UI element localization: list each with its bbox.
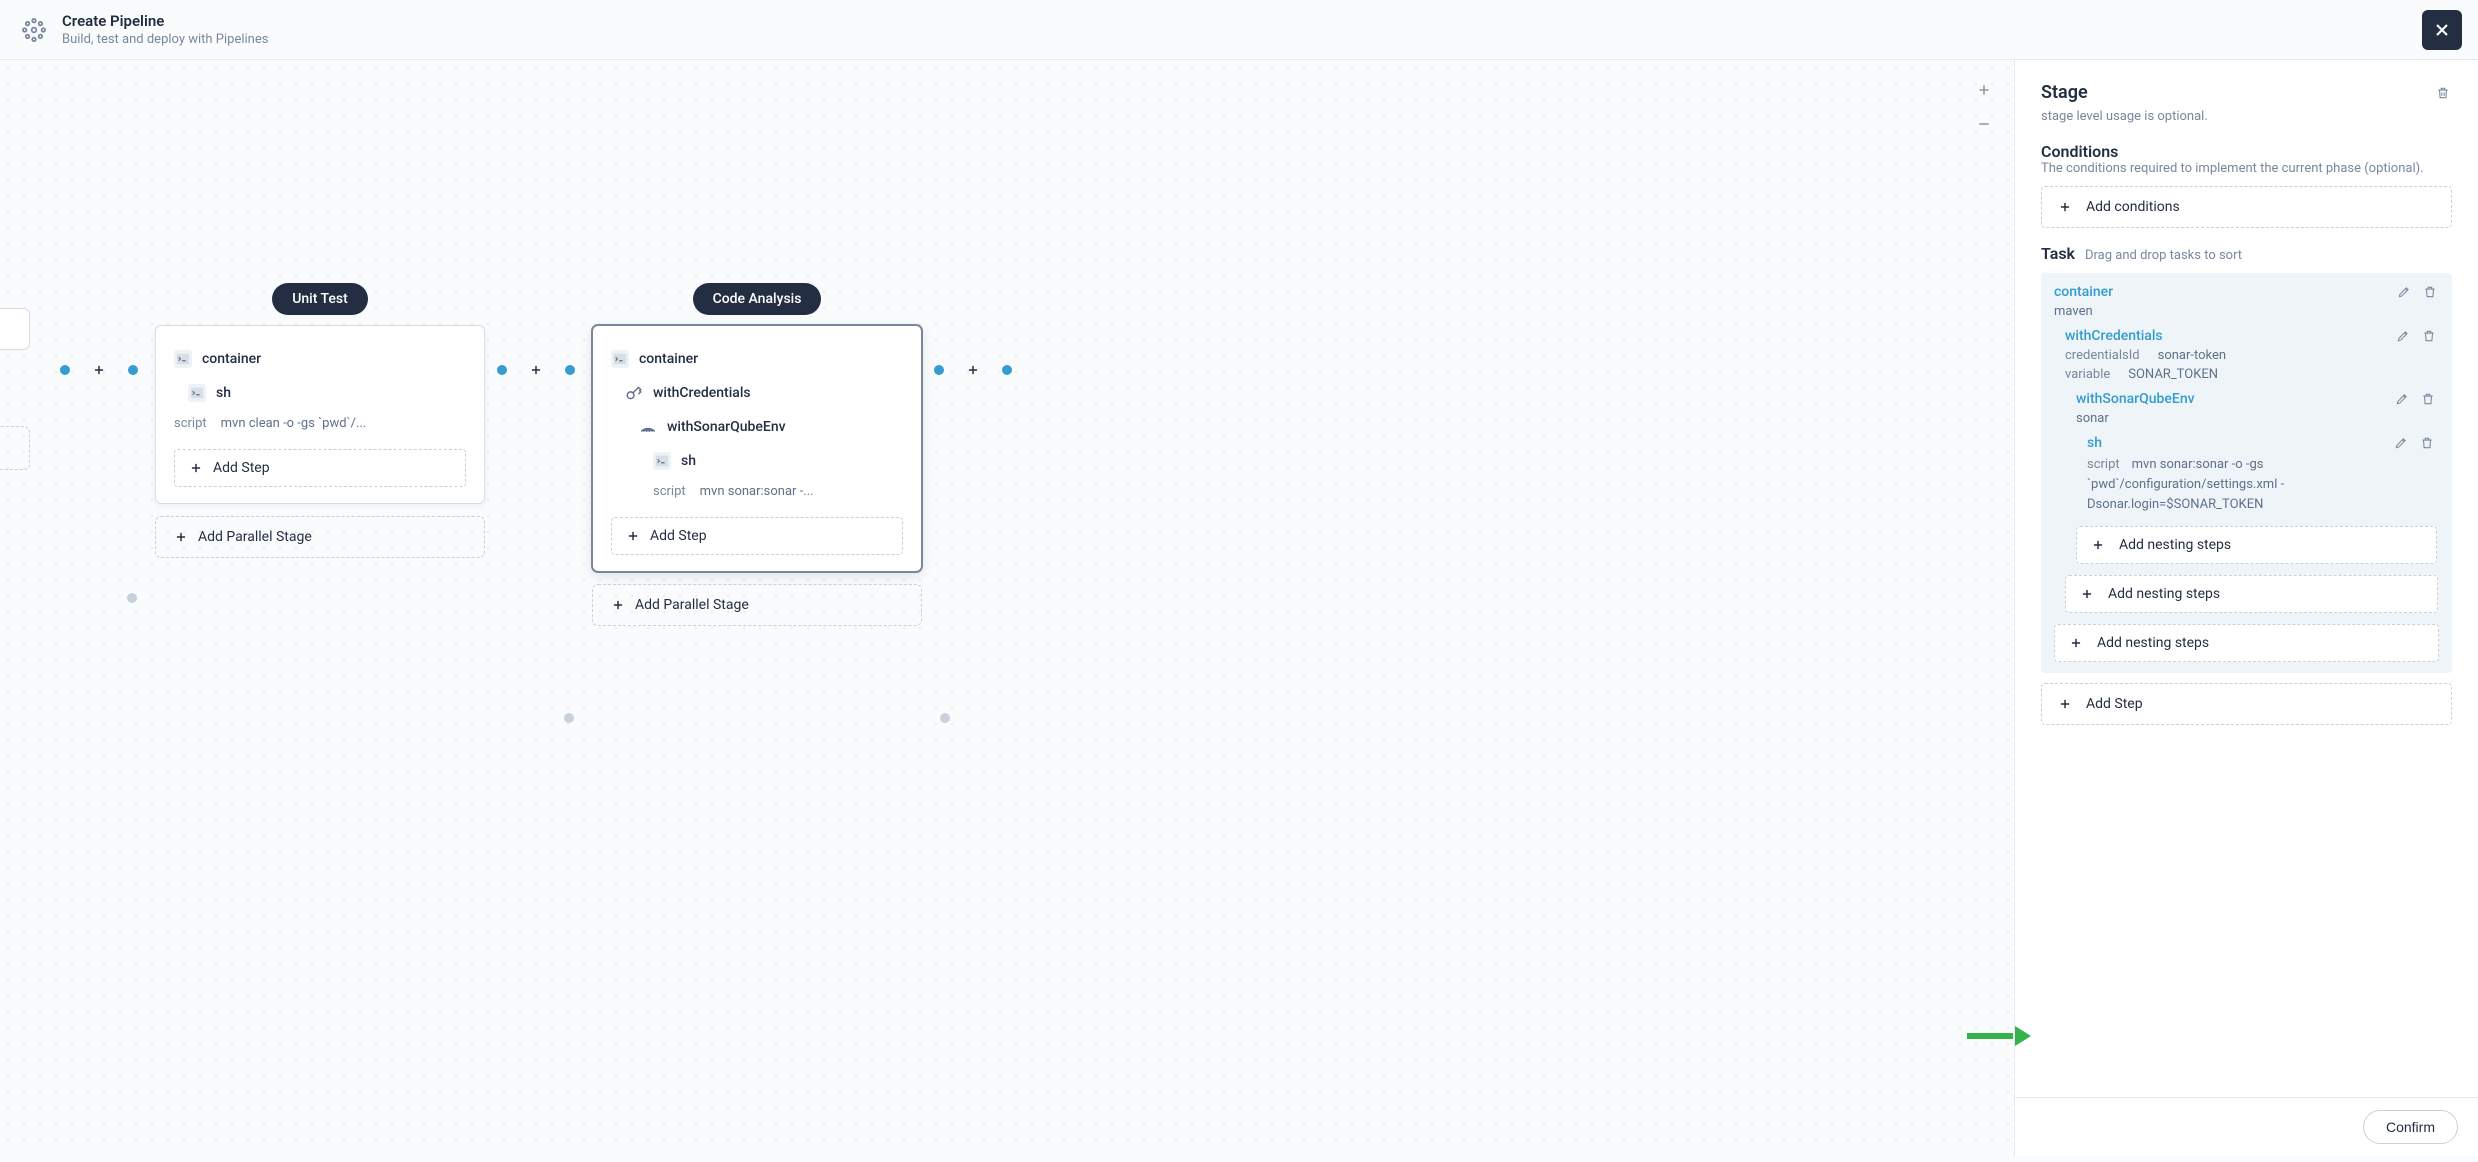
add-stage-button[interactable] [90,361,108,379]
task-desc: Drag and drop tasks to sort [2085,248,2242,263]
stage-unit-test[interactable]: Unit Test container sh script mvn clean … [155,283,485,558]
parallel-connector-dot [940,713,950,723]
add-conditions-button[interactable]: Add conditions [2041,186,2452,228]
step-withsonarqubeenv[interactable]: withSonarQubeEnv [611,410,903,444]
task-kv: variableSONAR_TOKEN [2065,367,2438,382]
script-preview: script mvn sonar:sonar -... [611,478,903,509]
task-value: maven [2054,304,2439,319]
delete-task-button[interactable] [2423,284,2439,300]
edit-task-button[interactable] [2397,284,2413,300]
step-container[interactable]: container [611,342,903,376]
connector-dot [565,365,575,375]
panel-title: Stage [2041,82,2088,103]
zoom-out-button[interactable] [1972,112,1996,136]
connector-dot [497,365,507,375]
conditions-desc: The conditions required to implement the… [2041,161,2424,176]
zoom-in-button[interactable] [1972,78,1996,102]
add-nesting-steps-button[interactable]: Add nesting steps [2076,526,2437,564]
terminal-icon [174,350,192,368]
edit-task-button[interactable] [2395,391,2411,407]
step-sh[interactable]: sh [611,444,903,478]
task-name: container [2054,284,2113,300]
connector-dot [1002,365,1012,375]
task-withcredentials[interactable]: withCredentials credentialsIdsonar-token… [2064,327,2439,614]
page-title: Create Pipeline [62,12,268,30]
stage-name-pill[interactable]: Code Analysis [693,283,822,315]
terminal-icon [653,452,671,470]
parallel-connector-dot [127,593,137,603]
pipeline-canvas[interactable]: Unit Test container sh script mvn clean … [0,60,2014,1156]
close-button[interactable] [2422,10,2462,50]
delete-stage-button[interactable] [2436,85,2452,101]
previous-stage-partial [0,308,30,428]
task-kv: credentialsIdsonar-token [2065,348,2438,363]
task-name: sh [2087,435,2102,451]
pipeline-logo-icon [20,16,48,44]
task-name: withCredentials [2065,328,2163,344]
connector-dot [128,365,138,375]
step-withcredentials[interactable]: withCredentials [611,376,903,410]
sonar-icon [639,418,657,436]
edit-task-button[interactable] [2394,435,2410,451]
task-name: withSonarQubeEnv [2076,391,2195,407]
add-step-button[interactable]: Add Step [611,517,903,555]
step-label: sh [216,385,231,401]
step-container[interactable]: container [174,342,466,376]
stage-code-analysis[interactable]: Code Analysis container withCredentials … [592,283,922,626]
step-label: container [639,351,698,367]
add-parallel-stage-button[interactable]: Add Parallel Stage [155,516,485,558]
add-step-button[interactable]: Add Step [174,449,466,487]
panel-footer: Confirm [2015,1097,2478,1156]
connector-dot [934,365,944,375]
page-subtitle: Build, test and deploy with Pipelines [62,32,268,47]
add-nesting-steps-button[interactable]: Add nesting steps [2065,575,2438,613]
task-withsonarqubeenv[interactable]: withSonarQubeEnv sonar sh [2075,390,2438,565]
step-label: withCredentials [653,385,751,401]
stage-name-pill[interactable]: Unit Test [272,283,368,315]
add-stage-button[interactable] [964,361,982,379]
step-label: withSonarQubeEnv [667,419,786,435]
header: Create Pipeline Build, test and deploy w… [0,0,2478,60]
delete-task-button[interactable] [2421,391,2437,407]
script-preview: script mvn clean -o -gs `pwd`/... [174,410,466,441]
panel-hint: stage level usage is optional. [2041,109,2452,124]
annotation-arrow [1967,1028,2023,1044]
confirm-button[interactable]: Confirm [2363,1110,2458,1144]
add-parallel-stage-button[interactable]: Add Parallel Stage [592,584,922,626]
terminal-icon [188,384,206,402]
parallel-connector-dot [564,713,574,723]
task-title: Task [2041,244,2075,263]
key-icon [625,384,643,402]
connector-dot [60,365,70,375]
add-step-button[interactable]: Add Step [2041,683,2452,725]
add-nesting-steps-button[interactable]: Add nesting steps [2054,624,2439,662]
step-label: sh [681,453,696,469]
task-container[interactable]: container maven withCredentials [2041,273,2452,673]
step-label: container [202,351,261,367]
task-value: sonar [2076,411,2437,426]
delete-task-button[interactable] [2422,328,2438,344]
step-sh[interactable]: sh [174,376,466,410]
script-content: scriptmvn sonar:sonar -o -gs `pwd`/confi… [2087,455,2436,515]
delete-task-button[interactable] [2420,435,2436,451]
add-stage-button[interactable] [527,361,545,379]
conditions-title: Conditions [2041,142,2118,161]
edit-task-button[interactable] [2396,328,2412,344]
task-sh[interactable]: sh scriptmvn sonar:sonar -o -gs `pwd`/co… [2086,434,2437,516]
terminal-icon [611,350,629,368]
stage-config-panel: Stage stage level usage is optional. Con… [2014,60,2478,1156]
